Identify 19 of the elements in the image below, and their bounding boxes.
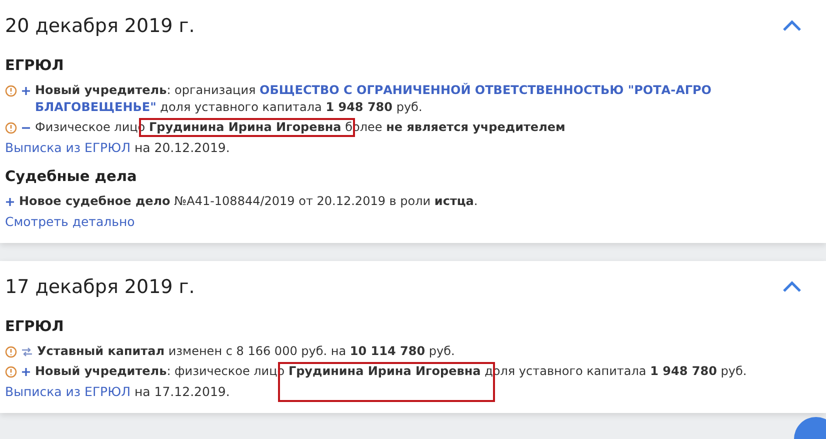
link[interactable]: Выписка из ЕГРЮЛ — [5, 384, 130, 399]
section-title: ЕГРЮЛ — [5, 319, 65, 335]
chevron-icon[interactable] — [782, 19, 802, 33]
chevron-icon[interactable] — [782, 280, 802, 294]
event-date: 17 декабря 2019 г. — [5, 276, 195, 298]
link[interactable]: Выписка из ЕГРЮЛ — [5, 140, 130, 155]
change-text: Новое судебное дело №А41-108844/2019 от 20.12.2019 в роли истца. — [19, 193, 479, 210]
section-title: Судебные дела — [5, 169, 138, 185]
plus-icon — [5, 196, 15, 206]
event-date: 20 декабря 2019 г. — [5, 15, 195, 37]
link[interactable]: Смотреть детально — [5, 214, 135, 229]
change-text: Новый учредитель: организация ОБЩЕСТВО С ОГРАНИЧЕННОЙ ОТВЕТСТВЕННОСТЬЮ "РОТА-АГРО БЛАГОВЕЩЕНЬЕ" доля уставного капитала 1 948 780 руб. — [35, 82, 712, 116]
section-title: ЕГРЮЛ — [5, 58, 65, 74]
footer-text: на 17.12.2019. — [133, 384, 230, 399]
change-text: Уставный капитал изменен с 8 166 000 руб. на 10 114 780 руб. — [37, 343, 456, 360]
plus-icon — [21, 366, 31, 376]
swap-arrows-icon — [21, 346, 33, 356]
footer-text: на 20.12.2019. — [133, 140, 230, 155]
plus-icon — [21, 86, 31, 96]
